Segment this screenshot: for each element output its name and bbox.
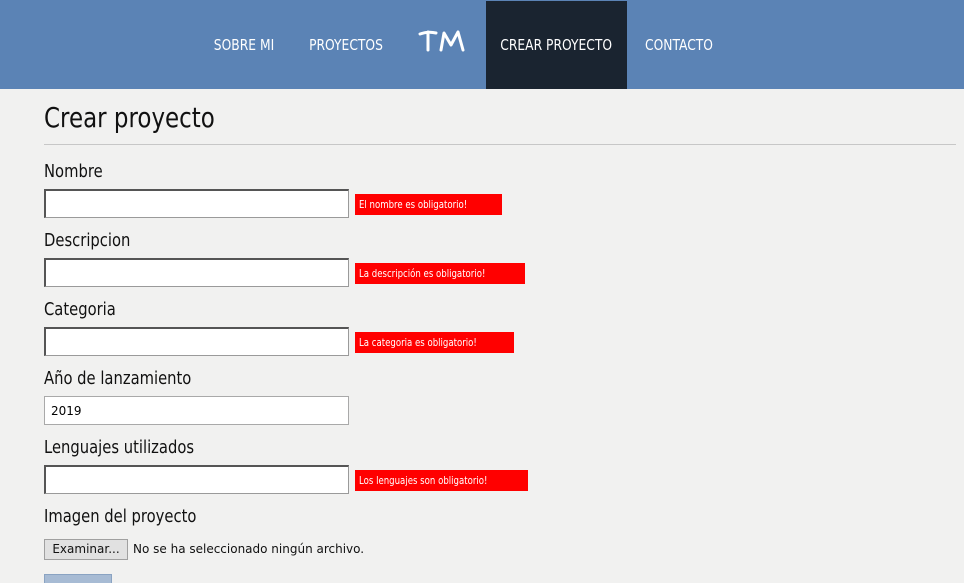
- lenguajes-input[interactable]: [44, 465, 349, 494]
- descripcion-error-badge: La descripción es obligatorio!: [355, 263, 526, 284]
- nav-item-contacto[interactable]: CONTACTO: [640, 1, 717, 89]
- lenguajes-label: Lenguajes utilizados: [44, 437, 195, 458]
- nav-item-crear-proyecto[interactable]: CREAR PROYECTO: [486, 1, 627, 89]
- lenguajes-error-text: Los lenguajes son obligatorio!: [359, 474, 488, 487]
- submit-button[interactable]: [44, 574, 112, 583]
- nombre-error-badge: El nombre es obligatorio!: [355, 194, 502, 215]
- descripcion-error-text: La descripción es obligatorio!: [359, 267, 486, 280]
- page-title: Crear proyecto: [44, 101, 215, 134]
- categoria-label: Categoria: [44, 299, 116, 320]
- nombre-label: Nombre: [44, 161, 103, 182]
- lenguajes-error-badge: Los lenguajes son obligatorio!: [355, 470, 528, 491]
- tm-logo[interactable]: [416, 26, 468, 56]
- categoria-input[interactable]: [44, 327, 349, 356]
- anio-lanzamiento-label: Año de lanzamiento: [44, 368, 192, 389]
- nav-item-sobre-mi[interactable]: SOBRE MI: [205, 1, 284, 89]
- descripcion-label: Descripcion: [44, 230, 131, 251]
- imagen-label: Imagen del proyecto: [44, 506, 197, 527]
- categoria-error-badge: La categoria es obligatorio!: [355, 332, 515, 353]
- top-navbar: SOBRE MI PROYECTOS CREAR PROYECTO CONTAC…: [0, 0, 964, 89]
- anio-lanzamiento-input[interactable]: [44, 396, 349, 425]
- nombre-error-text: El nombre es obligatorio!: [359, 198, 468, 211]
- nombre-input[interactable]: [44, 189, 349, 218]
- descripcion-input[interactable]: [44, 258, 349, 287]
- title-divider: [44, 144, 956, 145]
- nav-item-proyectos[interactable]: PROYECTOS: [307, 1, 386, 89]
- file-browse-button[interactable]: Examinar...: [44, 539, 128, 560]
- file-status-text: No se ha seleccionado ningún archivo.: [133, 542, 365, 556]
- nav-item-crear-label: CREAR PROYECTO: [500, 36, 613, 54]
- categoria-error-text: La categoria es obligatorio!: [359, 336, 477, 349]
